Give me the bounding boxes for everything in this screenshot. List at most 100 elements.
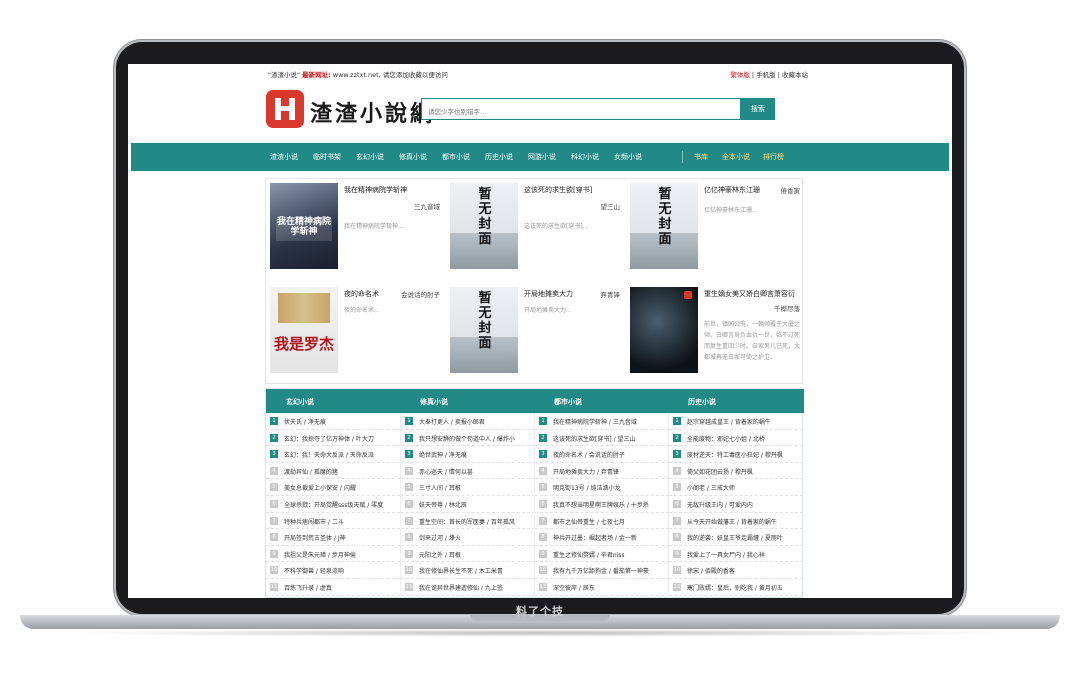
list-item-title[interactable]: 开局签到荒古圣体 / J神 <box>284 533 346 542</box>
list-item[interactable]: 7 重生空间：首长的军医妻 / 百年孤风 <box>401 513 535 530</box>
book-title[interactable]: 我在精神病院学斩神 <box>344 185 407 195</box>
nav-item-library[interactable]: 书库 <box>694 152 708 162</box>
no-cover-image[interactable]: 暂无封面 <box>450 287 518 373</box>
list-item[interactable]: 9 元阳之外 / 耳根 <box>401 546 535 563</box>
list-item-title[interactable]: 徐宋 / 佰殿的香客 <box>687 566 735 575</box>
list-item-title[interactable]: 我的逆袭：妖皇王爷走霸缠 / 夏丽叶 <box>687 533 783 542</box>
list-item-title[interactable]: 我真不想当明星啊王牌娱乐 / 十步杀 <box>553 500 649 509</box>
list-item-title[interactable]: 不科学御兽 / 轻泉流响 <box>284 566 344 575</box>
list-item-title[interactable]: 我祖父是朱元璋 / 步月神偷 <box>284 550 356 559</box>
list-item-title[interactable]: 渡劫异仙 / 孤魔的猪 <box>284 467 338 476</box>
list-item-title[interactable]: 全能废物：邪妃七小姐 / 北桥 <box>687 434 765 443</box>
search-button[interactable]: 搜索 <box>741 98 775 120</box>
list-item-title[interactable]: 我爱上了一具女尸内 / 我心祥 <box>687 550 765 559</box>
list-item[interactable]: 8 我的逆袭：妖皇王爷走霸缠 / 夏丽叶 <box>669 529 803 546</box>
nav-item-xuanhuan[interactable]: 玄幻小说 <box>356 152 384 162</box>
list-item-title[interactable]: 绝世武神 / 净无痕 <box>419 450 467 459</box>
list-item[interactable]: 1 赵宗穿越成皇王 / 背着家的蜗牛 <box>669 413 803 430</box>
featured-book[interactable]: 暂无封面 这该死的求生欲[穿书] 望三山 这该死的求生欲[穿书]... <box>446 179 622 275</box>
nav-item-nvpin[interactable]: 女频小说 <box>614 152 642 162</box>
list-item-title[interactable]: 百炼飞升录 / 虚真 <box>284 583 332 592</box>
list-item[interactable]: 8 开局签到荒古圣体 / J神 <box>266 529 400 546</box>
nav-item-dushi[interactable]: 都市小说 <box>442 152 470 162</box>
mobile-link[interactable]: 手机版 <box>756 71 776 79</box>
list-item[interactable]: 7 从今天开始做藩王 / 背着家的蜗牛 <box>669 513 803 530</box>
featured-book[interactable]: 重生嫡女美又娇白卿言萧容衍 千桦尽落 前世，镇国公府，一朝倾覆于大厦之倾。白卿言… <box>626 283 802 379</box>
featured-book[interactable]: 暂无封面 亿亿神豪林东江珊 倦香寅 亿亿神豪林东江珊... <box>626 179 802 275</box>
list-item[interactable]: 10 我有九千万亿舔狗金 / 番茄第一神豪 <box>535 562 669 579</box>
book-author[interactable]: 会说话的肘子 <box>401 289 440 299</box>
list-item[interactable]: 2 全能废物：邪妃七小姐 / 北桥 <box>669 430 803 447</box>
category-header-xiuzhen[interactable]: 修真小说 <box>420 397 448 407</box>
book-title[interactable]: 亿亿神豪林东江珊 <box>704 185 768 195</box>
list-item[interactable]: 6 我真不想当明星啊王牌娱乐 / 十步杀 <box>535 496 669 513</box>
list-item[interactable]: 7 特种兵痞闯都市 / 二斗 <box>266 513 400 530</box>
book-author[interactable]: 三九音域 <box>414 201 440 211</box>
list-item-title[interactable]: 废材逆天：特工毒医小狂妃 / 穆丹枫 <box>687 450 783 459</box>
book-author[interactable]: 千桦尽落 <box>774 303 800 313</box>
list-item-title[interactable]: 大奉打更人 / 卖报小郎君 <box>419 417 485 426</box>
book-title[interactable]: 重生嫡女美又娇白卿言萧容衍 <box>704 289 802 300</box>
logo-text[interactable]: 渣渣小說網 <box>310 96 435 128</box>
list-item-title[interactable]: 我只想安静的做个苟道中人 / 爆炸小 <box>419 434 515 443</box>
list-item[interactable]: 1 伏天氏 / 净无痕 <box>266 413 400 430</box>
list-item[interactable]: 8 神兵开过墨：崛起者场 / 金一新 <box>535 529 669 546</box>
category-header-xuanhuan[interactable]: 玄幻小说 <box>286 397 314 407</box>
nav-item-complete[interactable]: 全本小说 <box>722 152 750 162</box>
book-cover-image[interactable]: 我在精神病院学斩神 <box>270 183 338 269</box>
list-item[interactable]: 1 大奉打更人 / 卖报小郎君 <box>401 413 535 430</box>
nav-item-bookshelf[interactable]: 临时书架 <box>313 152 341 162</box>
list-item[interactable]: 4 赤心巡天 / 情何以甚 <box>401 463 535 480</box>
list-item[interactable]: 2 这该死的求生欲[穿书] / 望三山 <box>535 430 669 447</box>
list-item-title[interactable]: 美女总裁爱上小保安 / 闪耀 <box>284 483 356 492</box>
book-title[interactable]: 开局地摊卖大力 <box>524 289 573 299</box>
book-cover-image[interactable]: 我是罗杰 <box>270 287 338 373</box>
logo-icon[interactable] <box>266 90 304 128</box>
nav-item-kehuan[interactable]: 科幻小说 <box>571 152 599 162</box>
list-item[interactable]: 10 我在修仙界长生不死 / 木工米青 <box>401 562 535 579</box>
list-item[interactable]: 11 我在诡异世界建造修仙 / 九上签 <box>401 579 535 596</box>
list-item[interactable]: 6 全球杀戮：开局觉醒sss级天赋 / 零度 <box>266 496 400 513</box>
list-item-title[interactable]: 从今天开始做藩王 / 背着家的蜗牛 <box>687 517 777 526</box>
list-item-title[interactable]: 玄幻：我掠夺了亿万神体 / 叶大刀 <box>284 434 374 443</box>
list-item-title[interactable]: 夜的命名术 / 会说话的肘子 <box>553 450 625 459</box>
list-item-title[interactable]: 剑来过河 / 烽火 <box>419 533 461 542</box>
list-item[interactable]: 3 绝世武神 / 净无痕 <box>401 446 535 463</box>
bookmark-link[interactable]: 收藏本站 <box>782 71 808 79</box>
list-item[interactable]: 10 不科学御兽 / 轻泉流响 <box>266 562 400 579</box>
list-item-title[interactable]: 我有九千万亿舔狗金 / 番茄第一神豪 <box>553 566 649 575</box>
book-cover-image[interactable] <box>630 287 698 373</box>
list-item[interactable]: 9 我爱上了一具女尸内 / 我心祥 <box>669 546 803 563</box>
list-item[interactable]: 5 三寸人间 / 耳根 <box>401 479 535 496</box>
list-item[interactable]: 3 夜的命名术 / 会说话的肘子 <box>535 446 669 463</box>
nav-item-wangyou[interactable]: 网游小说 <box>528 152 556 162</box>
search-input[interactable] <box>422 101 730 123</box>
no-cover-image[interactable]: 暂无封面 <box>630 183 698 269</box>
list-item[interactable]: 2 玄幻：我掠夺了亿万神体 / 叶大刀 <box>266 430 400 447</box>
list-item-title[interactable]: 倚父如花团云扬 / 穆丹枫 <box>687 467 753 476</box>
list-item-title[interactable]: 我在修仙界长生不死 / 木工米青 <box>419 566 503 575</box>
list-item[interactable]: 3 玄幻：我！天命大反派 / 天命反派 <box>266 446 400 463</box>
list-item-title[interactable]: 明克街13号 / 纯洁滴小龙 <box>553 483 620 492</box>
list-item-title[interactable]: 寒门败婿：皇后，别吃我 / 黄月初五 <box>687 583 783 592</box>
book-author[interactable]: 望三山 <box>601 201 621 211</box>
list-item-title[interactable]: 这该死的求生欲[穿书] / 望三山 <box>553 434 636 443</box>
list-item[interactable]: 8 剑来过河 / 烽火 <box>401 529 535 546</box>
nav-item-ranking[interactable]: 排行榜 <box>763 152 784 162</box>
list-item-title[interactable]: 都市之仙帝重生 / 七夜七月 <box>553 517 625 526</box>
list-item[interactable]: 4 渡劫异仙 / 孤魔的猪 <box>266 463 400 480</box>
nav-item-lishi[interactable]: 历史小说 <box>485 152 513 162</box>
list-item[interactable]: 9 我祖父是朱元璋 / 步月神偷 <box>266 546 400 563</box>
list-item[interactable]: 10 徐宋 / 佰殿的香客 <box>669 562 803 579</box>
list-item[interactable]: 4 倚父如花团云扬 / 穆丹枫 <box>669 463 803 480</box>
featured-book[interactable]: 我在精神病院学斩神 我在精神病院学斩神 三九音域 我在精神病院学斩神... <box>266 179 442 275</box>
book-title[interactable]: 这该死的求生欲[穿书] <box>524 185 592 195</box>
list-item-title[interactable]: 赵宗穿越成皇王 / 背着家的蜗牛 <box>687 417 771 426</box>
list-item[interactable]: 6 无敌升级王内 / 可爱内内 <box>669 496 803 513</box>
list-item[interactable]: 9 重生之修仙赘婿 / 辛君niss <box>535 546 669 563</box>
list-item[interactable]: 5 小阁老 / 三戒大师 <box>669 479 803 496</box>
list-item[interactable]: 2 我只想安静的做个苟道中人 / 爆炸小 <box>401 430 535 447</box>
featured-book[interactable]: 我是罗杰 夜的命名术 会说话的肘子 夜的命名术... <box>266 283 442 379</box>
list-item[interactable]: 5 美女总裁爱上小保安 / 闪耀 <box>266 479 400 496</box>
list-item-title[interactable]: 重生之修仙赘婿 / 辛君niss <box>553 550 625 559</box>
